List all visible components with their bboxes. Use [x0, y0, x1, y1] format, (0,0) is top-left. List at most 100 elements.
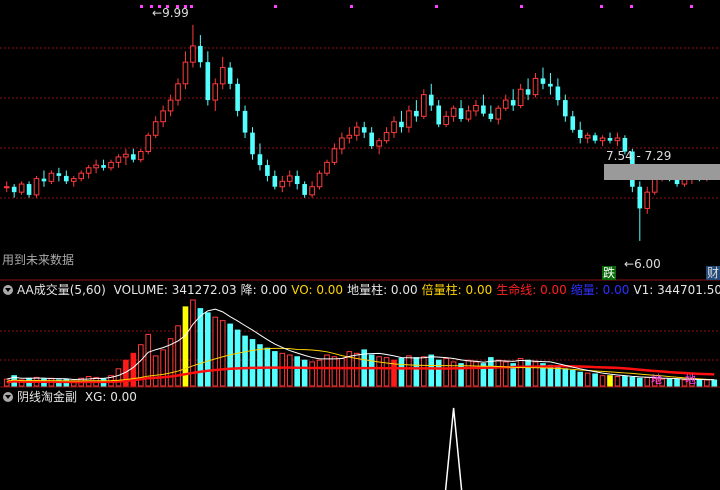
- signal-marker: [350, 5, 353, 8]
- volume-bar: [339, 357, 345, 387]
- volume-bar: [205, 312, 211, 387]
- candle-body: [517, 88, 524, 106]
- indicator-series: [444, 407, 463, 490]
- candle-body: [212, 83, 219, 101]
- volume-bar: [614, 376, 621, 387]
- signal-marker: [630, 5, 633, 8]
- signal-marker: [274, 5, 277, 8]
- volume-bar: [569, 370, 576, 387]
- volume-bar: [465, 359, 472, 387]
- candle-body: [548, 83, 553, 87]
- candle-body: [26, 184, 32, 195]
- volume-bar: [525, 359, 531, 387]
- volume-bar: [406, 355, 412, 387]
- candle-body: [257, 154, 263, 166]
- fall-tag: 跌: [602, 266, 617, 280]
- candle-body: [369, 132, 374, 147]
- candle-body: [175, 83, 181, 101]
- candle-body: [93, 164, 99, 169]
- candle-body: [294, 175, 300, 185]
- candle-body: [563, 100, 568, 117]
- volume-bar: [324, 354, 330, 387]
- candle-body: [78, 172, 85, 180]
- low-price-label: ←6.00: [624, 257, 661, 271]
- candle-body: [167, 99, 174, 112]
- candle-body: [137, 151, 144, 161]
- candle-body: [235, 83, 240, 111]
- candle-body: [414, 110, 419, 117]
- candle-body: [532, 77, 539, 96]
- candle-body: [131, 154, 136, 160]
- candle-body: [607, 138, 613, 141]
- candle-body: [250, 132, 255, 155]
- indicator-value-3: 地量柱: 0.00: [347, 283, 418, 297]
- candle-body: [302, 184, 307, 195]
- candle-body: [286, 175, 293, 182]
- collapse-toggle-icon[interactable]: [3, 392, 13, 402]
- volume-bar: [622, 376, 628, 387]
- low-price-value: 6.00: [634, 257, 661, 271]
- volume-panel-header: AA成交量(5,60) VOLUME: 341272.03 降: 0.00 VO: …: [0, 282, 720, 298]
- candle-body: [443, 115, 449, 125]
- candle-body: [33, 178, 40, 196]
- candle-body: [219, 67, 226, 85]
- candle-body: [481, 105, 486, 114]
- candle-body: [265, 165, 270, 176]
- candle-body: [63, 175, 69, 182]
- candle-body: [279, 180, 286, 188]
- volume-bar: [495, 359, 502, 387]
- indicator-value-4: 倍量柱: 0.00: [421, 283, 493, 297]
- signal-marker: [520, 5, 523, 8]
- indicator-panel-title: 阴线淘金副: [17, 390, 78, 404]
- candle-body: [361, 127, 367, 133]
- volume-bar: [555, 366, 561, 387]
- signal-marker: [140, 5, 143, 8]
- indicator-value-1: 降: 0.00: [240, 283, 288, 297]
- volume-bar: [197, 308, 204, 387]
- volume-bar: [644, 376, 651, 387]
- candlestick-series: [3, 24, 717, 241]
- volume-bar: [443, 357, 449, 387]
- signal-marker: [190, 5, 193, 8]
- volume-bar: [152, 355, 159, 387]
- volume-bar: [398, 357, 405, 387]
- candle-body: [488, 113, 494, 120]
- signal-marker: [690, 5, 693, 8]
- candle-body: [495, 107, 502, 120]
- candle-body: [18, 183, 25, 193]
- candle-body: [644, 191, 651, 209]
- volume-panel-title: AA成交量(5,60): [17, 283, 106, 297]
- candle-body: [145, 134, 152, 153]
- candle-body: [70, 178, 77, 182]
- arrow-left-icon: ←: [624, 257, 635, 271]
- candle-body: [309, 186, 315, 196]
- candle-body: [577, 129, 583, 138]
- indicator-value-6: 缩量: 0.00: [570, 283, 630, 297]
- volume-bar: [592, 373, 598, 387]
- volume-bar: [279, 352, 286, 387]
- candle-body: [502, 99, 509, 109]
- stock-chart[interactable]: [0, 0, 720, 490]
- volume-bar: [584, 372, 591, 387]
- candle-body: [85, 167, 92, 174]
- volume-bar: [629, 376, 636, 387]
- candle-body: [592, 135, 598, 141]
- high-price-value: 9.99: [162, 6, 189, 20]
- volume-bar: [577, 371, 584, 387]
- candle-body: [353, 126, 360, 136]
- candle-body: [190, 45, 196, 63]
- volume-bar: [562, 368, 569, 387]
- candle-body: [637, 186, 643, 209]
- volume-bar: [234, 329, 241, 387]
- volume-bar: [704, 379, 710, 387]
- volume-bar: [674, 378, 680, 387]
- candle-body: [272, 175, 278, 187]
- volume-bar: [517, 357, 524, 387]
- candle-body: [198, 45, 203, 63]
- indicator-value-0: VOLUME: 341272.03: [113, 283, 237, 297]
- collapse-toggle-icon[interactable]: [3, 285, 13, 295]
- volume-bar: [607, 375, 613, 387]
- candle-body: [465, 110, 472, 120]
- volume-bar: [115, 368, 122, 387]
- volume-bar: [376, 356, 382, 387]
